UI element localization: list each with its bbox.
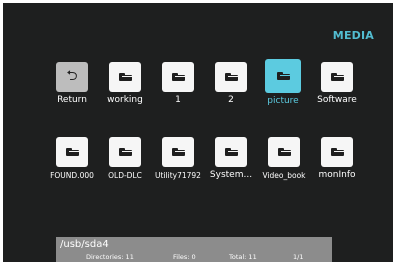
tile-label: Software (317, 95, 357, 105)
page-indicator: 1/1 (293, 253, 304, 261)
folder-icon (56, 137, 88, 167)
total-count: Total: 11 (229, 253, 257, 261)
folder-icon (162, 137, 194, 167)
status-bar: /usb/sda4 Directories: 11 Files: 0 Total… (56, 237, 332, 262)
folder-icon (215, 62, 247, 92)
tile-folder-software[interactable]: Software (307, 62, 367, 110)
directories-count: Directories: 11 (86, 253, 134, 261)
folder-icon (109, 137, 141, 167)
media-browser-screen: MEDIA ⮌ Return working 1 2 picture Softw… (3, 3, 393, 262)
tile-label: monInfo (318, 170, 356, 180)
folder-icon (162, 62, 194, 92)
folder-icon (321, 137, 353, 167)
files-count: Files: 0 (173, 253, 196, 261)
folder-icon (215, 137, 247, 167)
folder-icon (109, 62, 141, 92)
folder-icon (268, 137, 300, 167)
page-title: MEDIA (332, 29, 374, 42)
return-icon: ⮌ (56, 62, 88, 92)
folder-icon (321, 62, 353, 92)
current-path: /usb/sda4 (60, 239, 109, 250)
tile-folder-moninfo[interactable]: monInfo (307, 137, 367, 185)
folder-icon (265, 59, 301, 93)
